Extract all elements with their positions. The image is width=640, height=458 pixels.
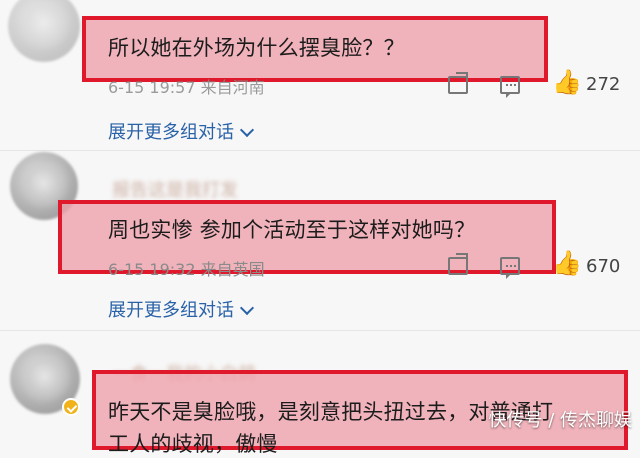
like-count: 670 [586, 256, 621, 277]
share-icon[interactable] [448, 76, 468, 94]
comment-text-line2: 工人的歧视，傲慢 [108, 432, 278, 456]
like-icon[interactable]: 👍 [552, 70, 582, 94]
expand-label: 展开更多组对话 [108, 300, 234, 321]
comment-text: 周也实惨 参加个活动至于这样对她吗？ [108, 218, 476, 242]
comment-text: 昨天不是臭脸哦，是刻意把头扭过去，对普通打 [108, 400, 554, 424]
chevron-down-icon [239, 300, 255, 316]
reply-icon[interactable] [500, 76, 520, 98]
watermark: 快传号 / 传杰聊娱 [488, 410, 632, 431]
like-count: 272 [586, 74, 621, 95]
divider [0, 330, 640, 331]
expand-label: 展开更多组对话 [108, 122, 234, 143]
reply-icon[interactable] [500, 257, 520, 279]
avatar[interactable] [8, 0, 80, 62]
expand-more-dialogue-link[interactable]: 展开更多组对话 [108, 118, 255, 144]
like-icon[interactable]: 👍 [552, 251, 582, 275]
comment-meta: 6-15 19:57 来自河南 [108, 78, 265, 97]
share-icon[interactable] [448, 257, 468, 275]
chevron-down-icon [239, 122, 255, 138]
divider [0, 150, 640, 151]
expand-more-dialogue-link[interactable]: 展开更多组对话 [108, 296, 255, 322]
comment-meta: 6-15 19:32 来自英国 [108, 260, 265, 279]
author-name[interactable]: 报告这是我打发 [112, 176, 238, 202]
verified-badge-icon [62, 398, 80, 416]
comment-text: 所以她在外场为什么摆臭脸？？ [108, 36, 405, 60]
